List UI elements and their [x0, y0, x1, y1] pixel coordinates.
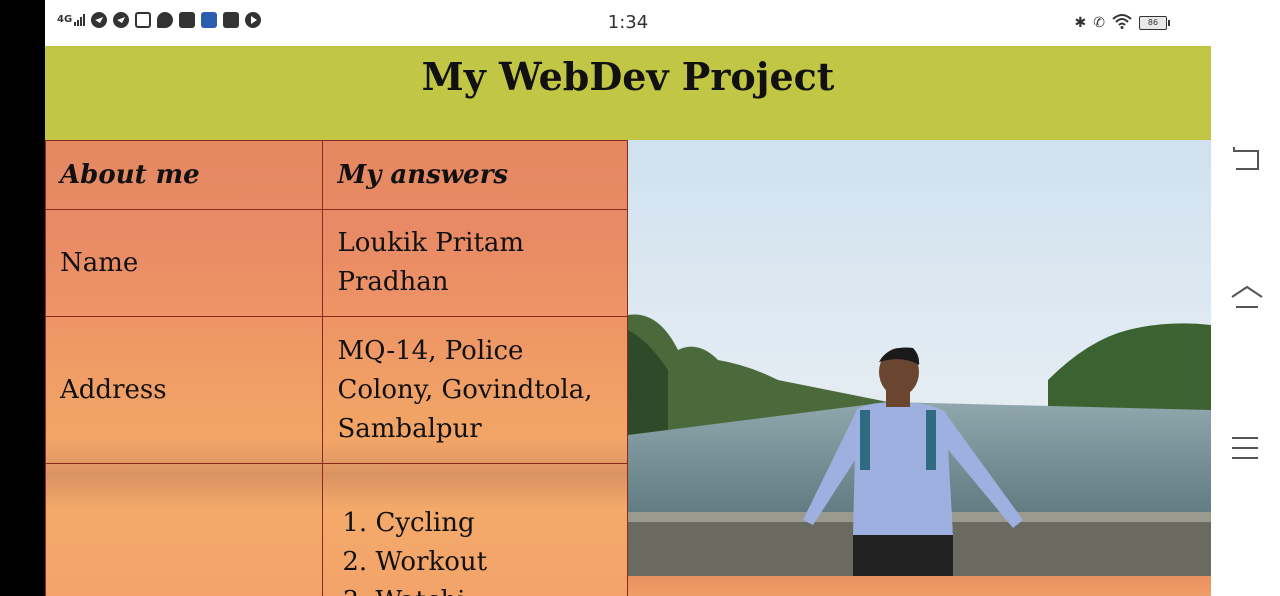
table-row: Name Loukik Pritam Pradhan [45, 209, 628, 317]
table-row: Cycling Workout Watchi [45, 463, 628, 596]
home-button[interactable] [1211, 268, 1280, 328]
call-icon: ✆ [1093, 15, 1105, 31]
page-title: My WebDev Project [421, 54, 835, 99]
menu-button[interactable] [1211, 418, 1280, 478]
row-label-name: Name [45, 209, 324, 317]
table-header: My answers [322, 140, 628, 210]
page-header: My WebDev Project [45, 46, 1211, 140]
photo-bottom-strip [628, 576, 1211, 596]
table-header: About me [45, 140, 324, 210]
status-bar: 4G 1:34 ✱ ✆ 86 [45, 0, 1211, 46]
status-right-icons: ✱ ✆ 86 [1074, 13, 1170, 33]
left-black-strip [0, 0, 45, 596]
clock: 1:34 [607, 12, 649, 33]
list-item: Workout [375, 543, 613, 582]
about-table-container: About me My answers Name Loukik Pritam P… [45, 140, 628, 596]
list-item: Cycling [375, 504, 613, 543]
menu-icon [1232, 437, 1258, 459]
about-table: About me My answers Name Loukik Pritam P… [45, 140, 628, 596]
battery-icon: 86 [1139, 16, 1170, 30]
navigation-bar [1211, 0, 1280, 596]
bluetooth-icon: ✱ [1074, 15, 1087, 31]
row-label-address: Address [45, 316, 324, 464]
back-icon [1233, 147, 1259, 170]
row-value-address: MQ-14, Police Colony, Govindtola, Sambal… [322, 316, 628, 464]
home-icon [1231, 285, 1263, 308]
wifi-icon [1112, 13, 1132, 33]
back-button[interactable] [1211, 128, 1280, 188]
profile-photo [628, 140, 1211, 576]
table-header-row: About me My answers [45, 140, 628, 210]
hobby-list: Cycling Workout Watchi [337, 504, 613, 596]
row-value-name: Loukik Pritam Pradhan [322, 209, 628, 317]
row-label-hobbies [45, 463, 324, 596]
list-item: Watchi [375, 582, 613, 596]
row-value-hobbies: Cycling Workout Watchi [322, 463, 628, 596]
table-row: Address MQ-14, Police Colony, Govindtola… [45, 316, 628, 464]
